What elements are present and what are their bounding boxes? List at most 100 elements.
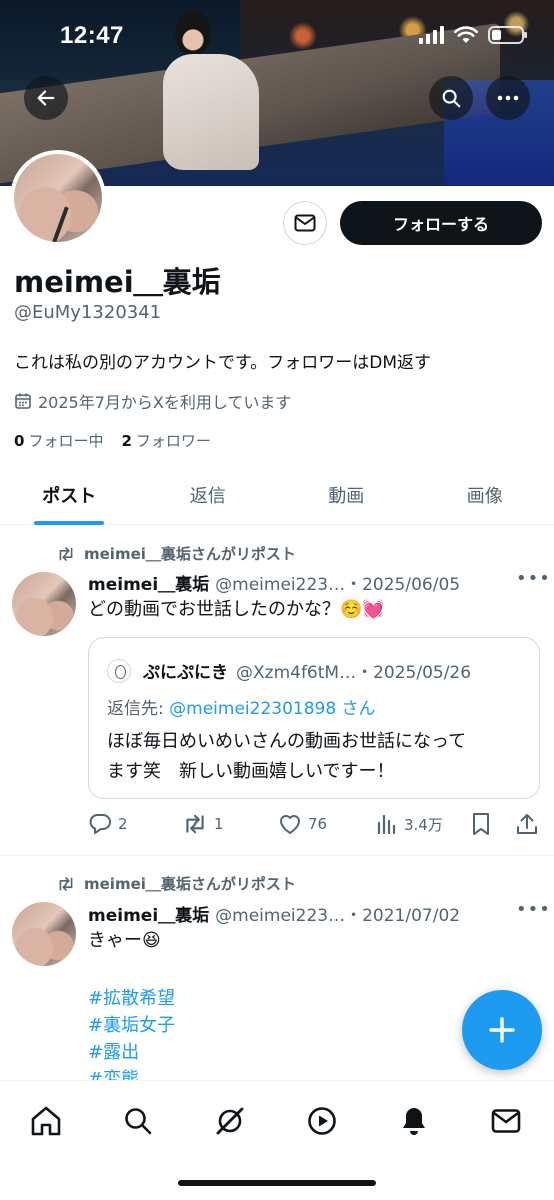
profile-display-name: meimei＿裏垢 [14,265,221,299]
reply-prefix: 返信先: [107,699,170,719]
bookmark-button[interactable] [471,812,491,836]
profile-handle: @EuMy1320341 [14,302,162,323]
quoted-reply-to: 返信先: @meimei22301898 さん [107,694,376,719]
quoted-author-name: ぷにぷにき [143,663,228,683]
back-button[interactable] [24,76,68,120]
followers-label: フォロワー [135,432,211,450]
bar-chart-icon [377,814,396,835]
post-author-name[interactable]: meimei＿裏垢 [88,901,209,926]
home-icon [31,1106,61,1136]
bookmark-icon [473,813,489,835]
following-link[interactable]: 0 フォロー中 [14,430,103,451]
followers-link[interactable]: 2 フォロワー [121,430,210,451]
status-time: 12:47 [60,22,124,49]
post-header: meimei＿裏垢 @meimei223…・2021/07/02 [88,901,460,926]
share-icon [517,814,537,834]
battery-icon [488,26,527,44]
status-icons [419,26,527,44]
reply-mention[interactable]: @meimei22301898 [169,699,336,719]
heart-icon [280,815,300,834]
post-header: meimei＿裏垢 @meimei223…・2025/06/05 [88,570,460,595]
nav-grok[interactable] [210,1101,250,1141]
nav-notifications[interactable] [394,1101,434,1141]
compose-button[interactable] [462,990,542,1070]
following-label: フォロー中 [28,432,104,450]
quoted-handle-date: @Xzm4f6tM…・2025/05/26 [236,663,472,683]
plus-icon [489,1017,515,1043]
repost-count: 1 [214,815,224,833]
nav-messages[interactable] [486,1101,526,1141]
profile-joined: 2025年7月からXを利用しています [14,389,291,413]
home-indicator[interactable] [178,1180,376,1186]
like-count: 76 [308,815,328,833]
tab-images[interactable]: 画像 [416,466,554,524]
bell-icon [403,1108,425,1135]
post-more-icon[interactable]: ••• [516,899,551,920]
banner-figure [155,10,275,170]
post-actions: 2 1 76 3.4万 [88,810,540,838]
nav-videos[interactable] [302,1101,342,1141]
share-button[interactable] [516,812,538,836]
post-handle-date: @meimei223…・2025/06/05 [215,575,461,595]
following-count: 0 [14,432,25,450]
profile-bio: これは私の別のアカウントです。フォロワーはDM返す [14,353,432,373]
arrow-left-icon [37,90,55,106]
envelope-icon [491,1109,521,1133]
reply-suffix: さん [336,699,376,719]
quoted-text-line-1: ほぼ毎日めいめいさんの動画お世話になって [107,731,467,752]
repost-indicator: meimei＿裏垢さんがリポスト [56,543,296,564]
quoted-text-line-2: ます笑 新しい動画嬉しいですー！ [107,761,395,782]
nav-search[interactable] [118,1101,158,1141]
reply-count: 2 [118,815,128,833]
search-button[interactable] [429,76,473,120]
repost-indicator: meimei＿裏垢さんがリポスト [56,873,296,894]
envelope-icon [294,214,316,232]
reply-icon [89,814,111,834]
repost-icon [59,546,73,561]
tab-replies[interactable]: 返信 [139,466,278,524]
quoted-text: ほぼ毎日めいめいさんの動画お世話になって ます笑 新しい動画嬉しいですー！ [107,727,527,787]
hashtag-link[interactable]: #裏垢女子 [88,1011,175,1037]
post-more-icon[interactable]: ••• [516,568,551,589]
wifi-icon [454,26,478,43]
hashtag-link[interactable]: #露出 [88,1038,139,1064]
more-horizontal-icon [497,95,519,101]
search-icon [442,89,461,108]
like-button[interactable]: 76 [278,813,327,835]
post-avatar[interactable] [12,902,76,966]
post-author-name[interactable]: meimei＿裏垢 [88,570,209,595]
follow-button[interactable]: フォローする [340,201,542,245]
repost-label: meimei＿裏垢さんがリポスト [84,875,296,893]
nav-home[interactable] [26,1101,66,1141]
tab-videos[interactable]: 動画 [277,466,416,524]
quoted-post[interactable]: ぷにぷにき @Xzm4f6tM…・2025/05/26 返信先: @meimei… [88,637,540,799]
post-text: きゃー😆 [88,930,161,951]
post-divider [0,855,554,856]
hashtag-link[interactable]: #拡散希望 [88,984,175,1010]
repost-label: meimei＿裏垢さんがリポスト [84,545,296,563]
tab-posts[interactable]: ポスト [0,466,139,524]
repost-icon [186,814,204,834]
reply-button[interactable]: 2 [88,813,128,835]
play-icon [308,1107,336,1135]
search-icon [125,1108,152,1135]
quoted-avatar [107,658,131,683]
follow-stats: 0 フォロー中 2 フォロワー [14,430,211,451]
message-button[interactable] [283,201,327,245]
calendar-icon [15,393,31,409]
grok-icon [216,1107,244,1135]
post-handle-date: @meimei223…・2021/07/02 [215,906,461,926]
more-options-button[interactable] [486,76,530,120]
repost-button[interactable]: 1 [182,813,224,835]
cellular-signal-icon [419,26,444,44]
views-button[interactable]: 3.4万 [376,813,443,835]
views-count: 3.4万 [404,815,443,834]
post-avatar[interactable] [12,572,76,636]
quoted-post-header: ぷにぷにき @Xzm4f6tM…・2025/05/26 [107,658,471,683]
repost-icon [59,876,73,891]
joined-text: 2025年7月からXを利用しています [38,393,292,412]
profile-avatar[interactable] [10,150,106,246]
followers-count: 2 [121,432,132,450]
profile-tabs: ポスト 返信 動画 画像 [0,466,554,525]
post-text: どの動画でお世話したのかな？☺️💓 [88,599,385,620]
